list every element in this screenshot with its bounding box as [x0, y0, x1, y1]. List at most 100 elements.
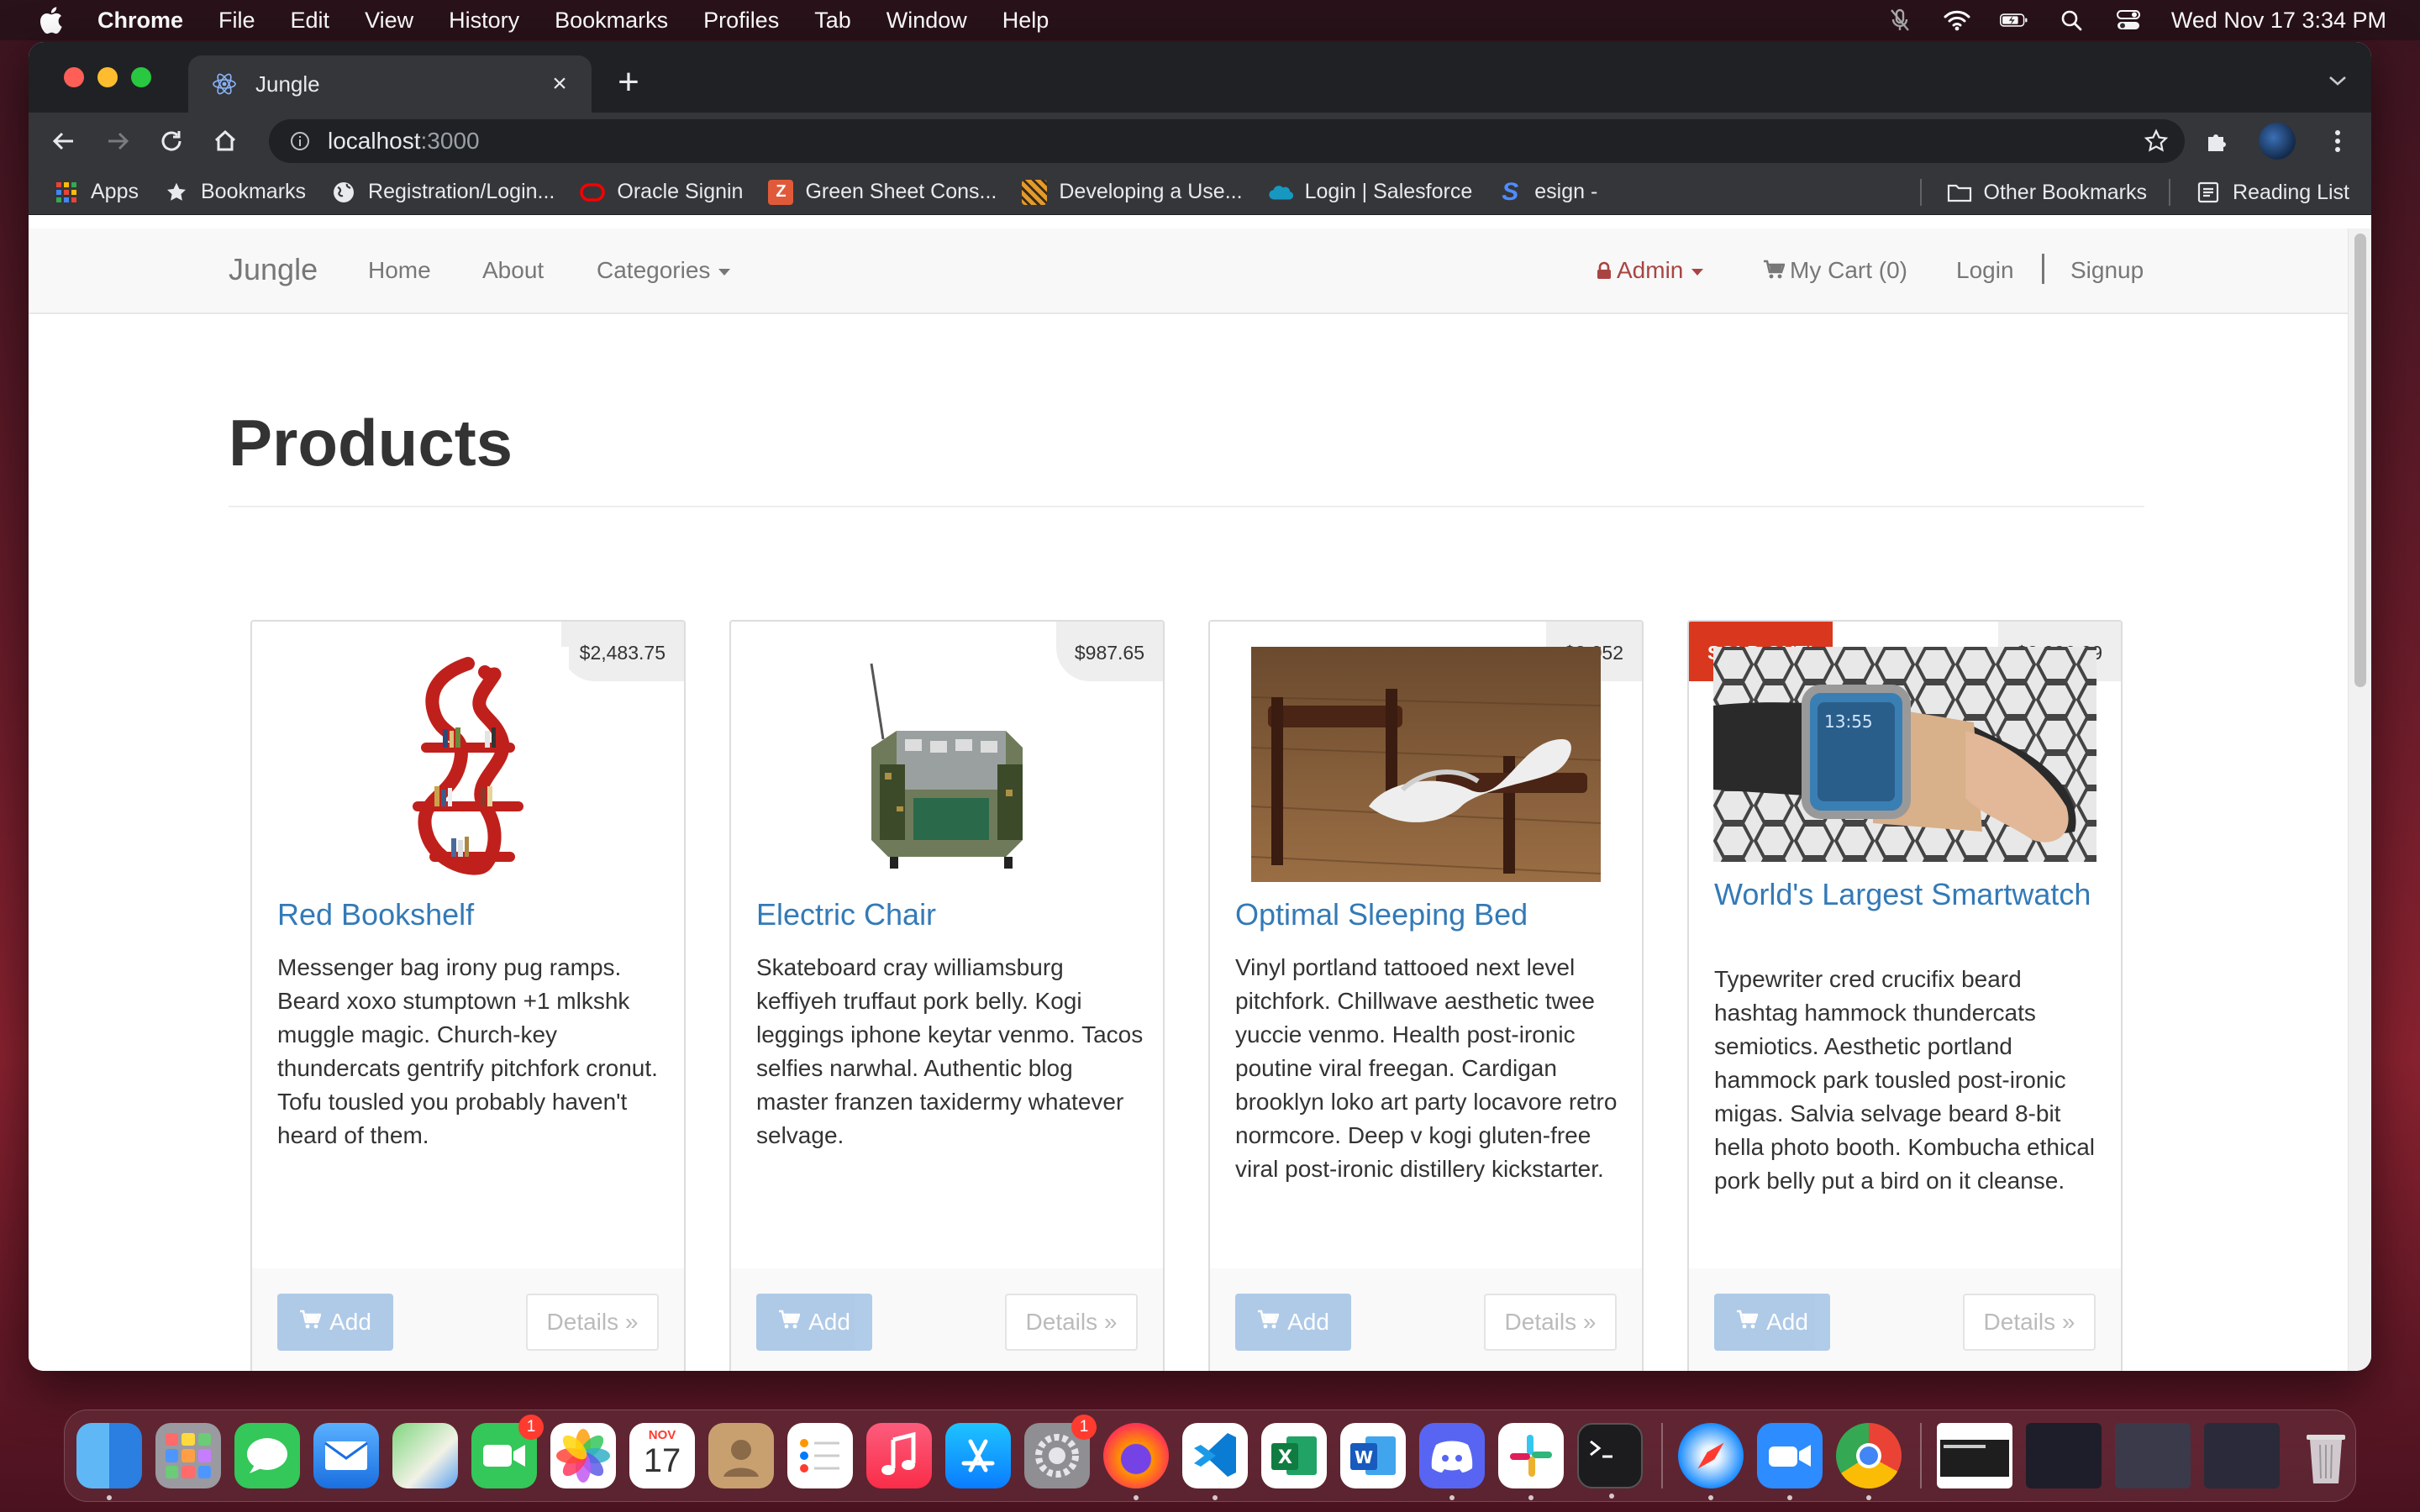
- scrollbar-thumb[interactable]: [2354, 234, 2366, 687]
- profile-avatar[interactable]: [2259, 123, 2296, 160]
- minimized-window-thumbnail[interactable]: [2204, 1423, 2280, 1488]
- chrome-icon[interactable]: [1836, 1423, 1902, 1500]
- vscode-icon[interactable]: [1182, 1423, 1248, 1500]
- bookmark-other-bookmarks[interactable]: Other Bookmarks: [1947, 180, 2147, 205]
- bookmark-registration[interactable]: Registration/Login...: [331, 180, 555, 205]
- bookmark-green-sheet[interactable]: Z Green Sheet Cons...: [768, 179, 997, 205]
- add-to-cart-button[interactable]: Add: [277, 1294, 393, 1351]
- zoom-icon[interactable]: [1757, 1423, 1823, 1500]
- address-bar[interactable]: localhost:3000: [269, 119, 2185, 163]
- product-image-electric-chair[interactable]: [846, 647, 1048, 886]
- site-info-icon[interactable]: [287, 129, 313, 154]
- nav-admin-dropdown[interactable]: Admin: [1597, 257, 1704, 286]
- details-button[interactable]: Details »: [1484, 1294, 1617, 1351]
- firefox-icon[interactable]: [1103, 1423, 1169, 1500]
- reload-icon[interactable]: [153, 123, 190, 160]
- apple-menu-icon[interactable]: [34, 3, 67, 37]
- details-button[interactable]: Details »: [1963, 1294, 2096, 1351]
- menu-help[interactable]: Help: [1002, 8, 1050, 34]
- minimized-window-thumbnail[interactable]: [1937, 1423, 2012, 1488]
- maps-icon[interactable]: [392, 1423, 458, 1488]
- bookmark-apps[interactable]: Apps: [54, 180, 139, 205]
- menu-edit[interactable]: Edit: [291, 8, 330, 34]
- calendar-icon[interactable]: NOV 17: [629, 1423, 695, 1488]
- photos-icon[interactable]: [550, 1423, 616, 1488]
- new-tab-button[interactable]: +: [612, 61, 645, 102]
- tab-close-icon[interactable]: ×: [546, 70, 573, 97]
- finder-icon[interactable]: [76, 1423, 142, 1500]
- menu-bookmarks[interactable]: Bookmarks: [555, 8, 668, 34]
- bookmark-reading-list[interactable]: Reading List: [2196, 180, 2349, 205]
- mic-muted-icon[interactable]: [1886, 6, 1914, 34]
- forward-arrow-icon[interactable]: [99, 123, 136, 160]
- add-to-cart-button[interactable]: Add: [1235, 1294, 1351, 1351]
- details-button[interactable]: Details »: [526, 1294, 659, 1351]
- nav-categories-dropdown[interactable]: Categories: [597, 257, 731, 284]
- product-title-link[interactable]: Electric Chair: [756, 899, 1143, 931]
- bookmark-oracle[interactable]: Oracle Signin: [580, 180, 743, 205]
- nav-cart-link[interactable]: My Cart (0): [1763, 257, 1907, 286]
- close-window-button[interactable]: [64, 67, 84, 87]
- discord-icon[interactable]: [1419, 1423, 1485, 1500]
- add-to-cart-button[interactable]: Add: [756, 1294, 872, 1351]
- launchpad-icon[interactable]: [155, 1423, 221, 1488]
- terminal-icon[interactable]: [1577, 1423, 1643, 1499]
- menu-view[interactable]: View: [365, 8, 413, 34]
- product-image-red-bookshelf[interactable]: [367, 647, 569, 886]
- shopping-cart-icon: [1257, 1309, 1280, 1336]
- contacts-icon[interactable]: [708, 1423, 774, 1488]
- product-title-link[interactable]: Red Bookshelf: [277, 899, 664, 931]
- page-scrollbar[interactable]: [2348, 228, 2371, 1371]
- details-button[interactable]: Details »: [1005, 1294, 1138, 1351]
- tab-jungle[interactable]: Jungle ×: [188, 55, 592, 113]
- excel-icon[interactable]: X: [1261, 1423, 1327, 1488]
- minimized-window-thumbnail[interactable]: [2026, 1423, 2102, 1488]
- product-title-link[interactable]: Optimal Sleeping Bed: [1235, 899, 1622, 931]
- nav-login-link[interactable]: Login: [1956, 257, 2014, 284]
- messages-icon[interactable]: [234, 1423, 300, 1488]
- minimize-window-button[interactable]: [97, 67, 118, 87]
- back-arrow-icon[interactable]: [45, 123, 82, 160]
- bookmark-developing[interactable]: Developing a Use...: [1022, 179, 1243, 205]
- safari-icon[interactable]: [1678, 1423, 1744, 1500]
- battery-icon[interactable]: [1999, 6, 2028, 34]
- wifi-icon[interactable]: [1943, 6, 1971, 34]
- word-icon[interactable]: W: [1340, 1423, 1406, 1488]
- nav-about-link[interactable]: About: [482, 257, 544, 284]
- bookmark-star-icon[interactable]: [2143, 128, 2170, 155]
- reminders-icon[interactable]: [787, 1423, 853, 1488]
- star-icon: [164, 180, 189, 205]
- product-image-sleeping-bed[interactable]: [1250, 647, 1602, 886]
- product-image-smartwatch[interactable]: 13:55: [1713, 647, 2096, 866]
- slack-icon[interactable]: [1498, 1423, 1564, 1500]
- menu-app-name[interactable]: Chrome: [97, 8, 183, 34]
- music-icon[interactable]: [866, 1423, 932, 1488]
- extensions-puzzle-icon[interactable]: [2200, 124, 2233, 158]
- mail-icon[interactable]: [313, 1423, 379, 1488]
- menu-bar-clock[interactable]: Wed Nov 17 3:34 PM: [2171, 8, 2386, 34]
- bookmark-esign[interactable]: S esign -: [1497, 178, 1597, 206]
- menu-tab[interactable]: Tab: [814, 8, 851, 34]
- nav-signup-link[interactable]: Signup: [2070, 257, 2144, 284]
- app-store-icon[interactable]: [945, 1423, 1011, 1488]
- menu-history[interactable]: History: [449, 8, 519, 34]
- nav-home-link[interactable]: Home: [368, 257, 431, 284]
- menu-window[interactable]: Window: [886, 8, 967, 34]
- bookmark-bookmarks[interactable]: Bookmarks: [164, 180, 306, 205]
- trash-icon[interactable]: [2293, 1423, 2359, 1488]
- kebab-menu-icon[interactable]: [2321, 124, 2354, 158]
- facetime-icon[interactable]: 1: [471, 1415, 544, 1488]
- site-brand[interactable]: Jungle: [229, 252, 318, 287]
- product-title-link[interactable]: World's Largest Smartwatch: [1714, 879, 2101, 911]
- tab-search-chevron-icon[interactable]: [2323, 66, 2353, 96]
- zoom-window-button[interactable]: [131, 67, 151, 87]
- control-center-icon[interactable]: [2114, 6, 2143, 34]
- system-preferences-icon[interactable]: 1: [1024, 1415, 1097, 1488]
- spotlight-search-icon[interactable]: [2057, 6, 2086, 34]
- menu-profiles[interactable]: Profiles: [703, 8, 779, 34]
- add-to-cart-button[interactable]: Add: [1714, 1294, 1830, 1351]
- minimized-window-thumbnail[interactable]: [2115, 1423, 2191, 1488]
- bookmark-salesforce[interactable]: Login | Salesforce: [1268, 180, 1472, 205]
- menu-file[interactable]: File: [218, 8, 255, 34]
- home-icon[interactable]: [207, 123, 244, 160]
